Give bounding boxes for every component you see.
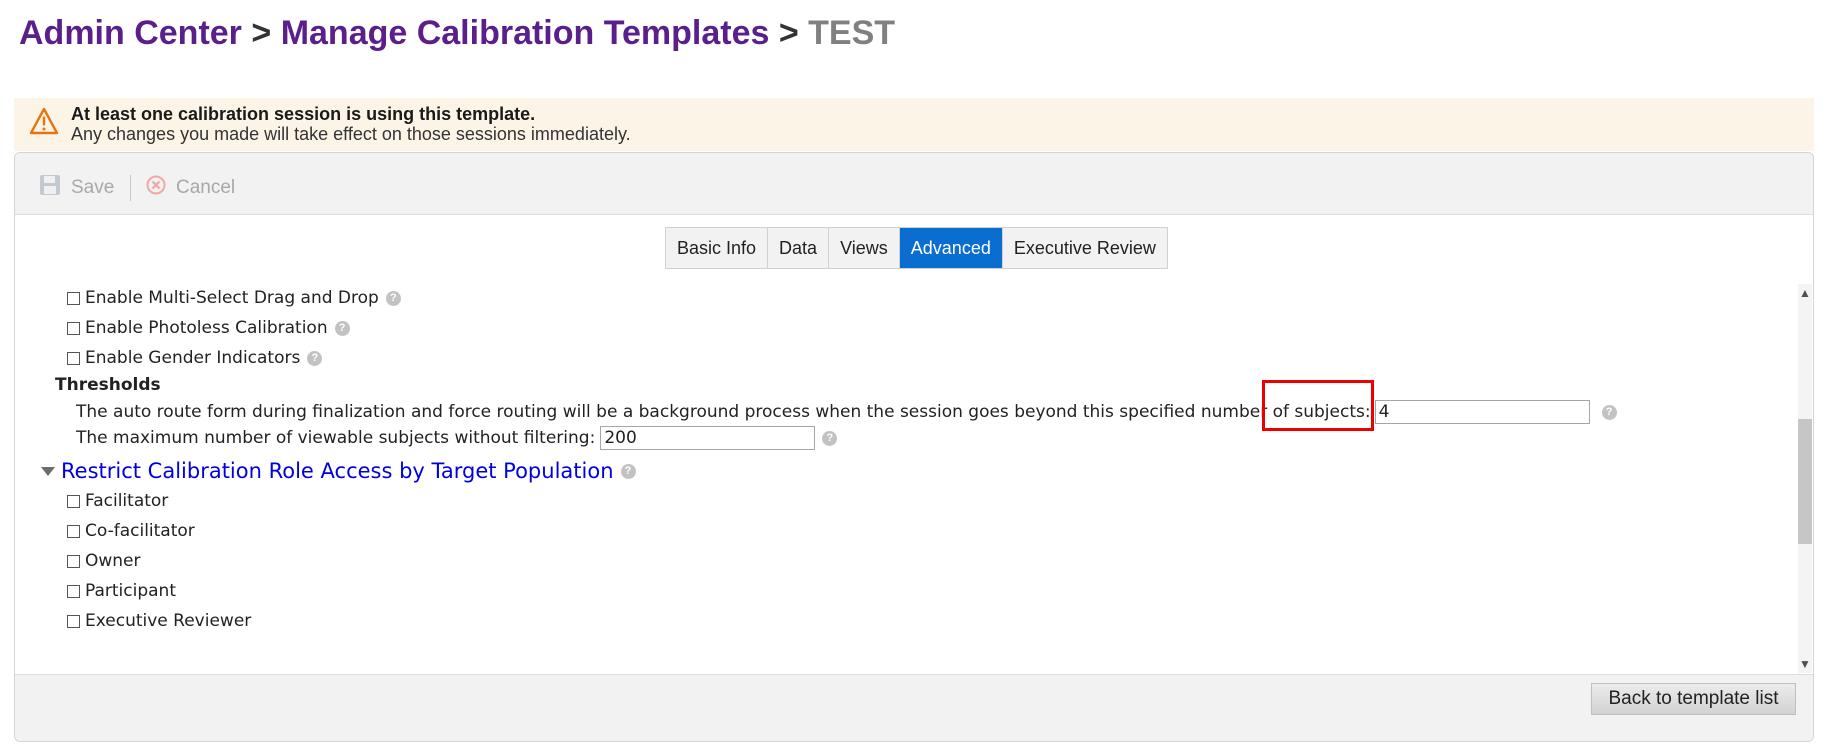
gender-checkbox[interactable] xyxy=(67,351,80,365)
max-viewable-input[interactable] xyxy=(600,426,816,450)
warning-message: Any changes you made will take effect on… xyxy=(71,124,631,144)
auto-route-label: The auto route form during finalization … xyxy=(76,402,1371,422)
save-button[interactable]: Save xyxy=(39,175,114,201)
executive-reviewer-label: Executive Reviewer xyxy=(85,611,252,631)
breadcrumb-separator: > xyxy=(778,14,799,52)
restrict-access-title: Restrict Calibration Role Access by Targ… xyxy=(61,459,614,483)
back-to-template-list-button[interactable]: Back to template list xyxy=(1591,683,1796,715)
multi-select-label: Enable Multi-Select Drag and Drop xyxy=(85,288,379,308)
scrollbar-thumb[interactable] xyxy=(1798,419,1812,544)
content-scrollbar[interactable]: ▲ ▼ xyxy=(1798,284,1812,673)
tab-advanced[interactable]: Advanced xyxy=(899,228,1003,268)
help-icon[interactable]: ? xyxy=(334,320,350,336)
help-icon[interactable]: ? xyxy=(822,430,838,446)
toolbar-divider xyxy=(130,175,131,201)
tab-bar: Basic Info Data Views Advanced Executive… xyxy=(665,227,1168,269)
co-facilitator-checkbox[interactable] xyxy=(67,524,80,538)
option-multi-select: Enable Multi-Select Drag and Drop ? xyxy=(67,283,401,313)
breadcrumb-admin-center[interactable]: Admin Center xyxy=(19,14,242,52)
breadcrumb: Admin Center > Manage Calibration Templa… xyxy=(19,14,895,53)
role-facilitator: Facilitator xyxy=(67,486,168,516)
tab-views[interactable]: Views xyxy=(829,228,900,268)
participant-label: Participant xyxy=(85,581,177,601)
help-icon[interactable]: ? xyxy=(307,350,323,366)
save-label: Save xyxy=(71,177,115,198)
facilitator-label: Facilitator xyxy=(85,491,169,511)
facilitator-checkbox[interactable] xyxy=(67,494,80,508)
template-editor-panel: Save Cancel Basic Info Data Views Advanc… xyxy=(14,152,1814,742)
participant-checkbox[interactable] xyxy=(67,584,80,598)
role-executive-reviewer: Executive Reviewer xyxy=(67,606,251,636)
floppy-disk-icon xyxy=(39,174,71,202)
multi-select-checkbox[interactable] xyxy=(67,291,80,305)
gender-label: Enable Gender Indicators xyxy=(85,348,301,368)
help-icon[interactable]: ? xyxy=(620,463,636,479)
breadcrumb-manage-templates[interactable]: Manage Calibration Templates xyxy=(281,14,770,52)
option-gender: Enable Gender Indicators ? xyxy=(67,343,323,373)
cancel-button[interactable]: Cancel xyxy=(146,175,235,201)
co-facilitator-label: Co-facilitator xyxy=(85,521,195,541)
cancel-circle-icon xyxy=(146,175,176,201)
warning-triangle-icon xyxy=(29,107,59,135)
tab-basic-info[interactable]: Basic Info xyxy=(666,228,769,268)
photoless-checkbox[interactable] xyxy=(67,321,80,335)
owner-checkbox[interactable] xyxy=(67,554,80,568)
max-viewable-label: The maximum number of viewable subjects … xyxy=(76,428,596,448)
help-icon[interactable]: ? xyxy=(1601,404,1617,420)
warning-banner: At least one calibration session is usin… xyxy=(14,98,1814,151)
warning-title: At least one calibration session is usin… xyxy=(71,104,536,124)
footer: Back to template list xyxy=(15,674,1813,741)
scroll-down-arrow-icon[interactable]: ▼ xyxy=(1799,657,1811,671)
tab-executive-review[interactable]: Executive Review xyxy=(1003,228,1167,268)
breadcrumb-current: TEST xyxy=(808,14,896,52)
tab-data[interactable]: Data xyxy=(768,228,830,268)
scroll-up-arrow-icon[interactable]: ▲ xyxy=(1799,286,1811,300)
threshold-max-viewable: The maximum number of viewable subjects … xyxy=(76,423,838,453)
owner-label: Owner xyxy=(85,551,141,571)
thresholds-title: Thresholds xyxy=(55,375,161,395)
role-co-facilitator: Co-facilitator xyxy=(67,516,195,546)
option-photoless: Enable Photoless Calibration ? xyxy=(67,313,350,343)
advanced-settings-content: Enable Multi-Select Drag and Drop ? Enab… xyxy=(15,283,1797,673)
auto-route-input[interactable] xyxy=(1374,400,1590,424)
role-participant: Participant xyxy=(67,576,176,606)
breadcrumb-separator: > xyxy=(251,14,272,52)
toolbar: Save Cancel xyxy=(15,153,1813,215)
cancel-label: Cancel xyxy=(176,177,236,198)
executive-reviewer-checkbox[interactable] xyxy=(67,614,80,628)
role-owner: Owner xyxy=(67,546,141,576)
photoless-label: Enable Photoless Calibration xyxy=(85,318,328,338)
restrict-access-section-toggle[interactable]: Restrict Calibration Role Access by Targ… xyxy=(41,459,636,483)
collapse-triangle-icon xyxy=(41,466,55,476)
help-icon[interactable]: ? xyxy=(385,290,401,306)
